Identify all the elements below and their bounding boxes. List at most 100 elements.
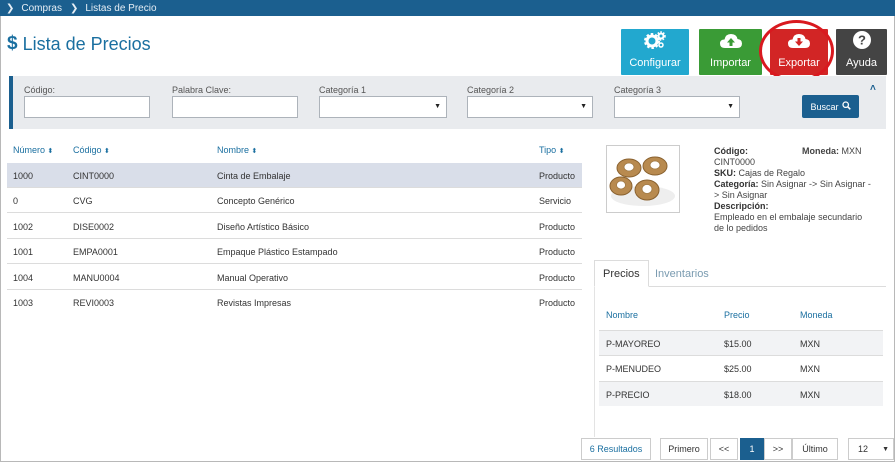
col-nombre[interactable]: Nombre ⬍ <box>217 145 257 155</box>
chevron-up-icon[interactable]: ˄ <box>870 83 876 94</box>
cell-nombre: Empaque Plástico Estampado <box>217 247 338 257</box>
price-row[interactable]: P-MENUDEO $25.00 MXN <box>599 355 883 380</box>
search-button[interactable]: Buscar <box>802 95 859 118</box>
detail-moneda-label: Moneda: <box>802 146 839 156</box>
cloud-upload-icon <box>719 33 742 52</box>
page-title-text: Lista de Precios <box>22 33 151 54</box>
cell-numero: 1003 <box>13 298 34 308</box>
price-moneda: MXN <box>800 339 820 349</box>
price-nombre: P-MENUDEO <box>606 364 662 374</box>
codigo-input[interactable] <box>24 96 150 118</box>
cell-tipo: Servicio <box>539 196 572 206</box>
cell-tipo: Producto <box>539 273 576 283</box>
import-label: Importar <box>710 57 751 69</box>
breadcrumb-listas-de-precio[interactable]: Listas de Precio <box>85 3 156 14</box>
import-button[interactable]: Importar <box>699 29 762 75</box>
export-highlight-circle <box>759 20 834 82</box>
cell-nombre: Cinta de Embalaje <box>217 171 291 181</box>
cell-numero: 1001 <box>13 247 34 257</box>
price-precio: $25.00 <box>724 364 752 374</box>
configure-button[interactable]: Configurar <box>621 29 689 75</box>
caret-down-icon: ▼ <box>434 103 441 110</box>
col-codigo[interactable]: Código ⬍ <box>73 145 110 155</box>
col-numero-label: Número <box>13 145 46 155</box>
cell-nombre: Diseño Artístico Básico <box>217 222 310 232</box>
detail-categoria-label: Categoría: <box>714 179 759 189</box>
cell-nombre: Revistas Impresas <box>217 298 292 308</box>
cell-codigo: CVG <box>73 196 93 206</box>
page-size-value: 12 <box>858 444 869 454</box>
categoria-1-select[interactable]: ▼ <box>319 96 447 118</box>
categoria-2-select[interactable]: ▼ <box>467 96 593 118</box>
categoria-2-label: Categoría 2 <box>467 85 515 95</box>
caret-down-icon: ▼ <box>580 103 587 110</box>
help-button[interactable]: ? Ayuda <box>836 29 887 75</box>
gears-icon <box>644 31 666 52</box>
cell-tipo: Producto <box>539 222 576 232</box>
cell-codigo: EMPA0001 <box>73 247 118 257</box>
codigo-label: Código: <box>24 85 56 95</box>
table-row[interactable]: 1000 CINT0000 Cinta de Embalaje Producto <box>7 163 582 188</box>
chevron-right-icon: ❯ <box>6 2 15 14</box>
price-moneda: MXN <box>800 390 820 400</box>
page-size-select[interactable]: 12 ▼ <box>848 438 894 460</box>
col-numero[interactable]: Número ⬍ <box>13 145 53 155</box>
detail-tabs: Precios Inventarios <box>594 260 886 287</box>
pager-first[interactable]: Primero <box>660 438 708 460</box>
prices-panel: Nombre Precio Moneda P-MAYOREO $15.00 MX… <box>594 287 886 437</box>
cell-nombre: Concepto Genérico <box>217 196 295 206</box>
price-nombre: P-PRECIO <box>606 390 650 400</box>
price-row[interactable]: P-PRECIO $18.00 MXN <box>599 381 883 406</box>
caret-down-icon: ▼ <box>727 103 734 110</box>
categoria-3-label: Categoría 3 <box>614 85 662 95</box>
price-moneda: MXN <box>800 364 820 374</box>
cell-codigo: DISE0002 <box>73 222 115 232</box>
search-icon <box>841 101 851 112</box>
sort-icon: ⬍ <box>104 148 110 155</box>
table-row[interactable]: 1003 REVI0003 Revistas Impresas Producto <box>7 290 582 315</box>
tab-inventarios[interactable]: Inventarios <box>647 260 717 287</box>
cell-numero: 1002 <box>13 222 34 232</box>
filter-panel: Código: Palabra Clave: Categoría 1 ▼ Cat… <box>9 76 886 129</box>
price-precio: $18.00 <box>724 390 752 400</box>
price-row[interactable]: P-MAYOREO $15.00 MXN <box>599 330 883 355</box>
tab-precios[interactable]: Precios <box>594 260 649 287</box>
table-row[interactable]: 1001 EMPA0001 Empaque Plástico Estampado… <box>7 239 582 264</box>
pager-next[interactable]: >> <box>764 438 792 460</box>
categoria-1-label: Categoría 1 <box>319 85 367 95</box>
breadcrumb: ❯ Compras ❯ Listas de Precio <box>0 0 895 16</box>
detail-codigo-value: CINT0000 <box>714 157 756 167</box>
detail-descripcion-label: Descripción: <box>714 201 769 211</box>
breadcrumb-compras[interactable]: Compras <box>21 3 62 14</box>
pager-last[interactable]: Último <box>792 438 838 460</box>
categoria-3-select[interactable]: ▼ <box>614 96 740 118</box>
palabra-clave-input[interactable] <box>172 96 298 118</box>
table-row[interactable]: 1002 DISE0002 Diseño Artístico Básico Pr… <box>7 214 582 239</box>
cell-numero: 1000 <box>13 171 34 181</box>
detail-moneda: Moneda: MXN <box>802 146 862 156</box>
table-row[interactable]: 1004 MANU0004 Manual Operativo Producto <box>7 265 582 290</box>
palabra-clave-label: Palabra Clave: <box>172 85 232 95</box>
pager-prev[interactable]: << <box>710 438 738 460</box>
help-label: Ayuda <box>846 57 877 69</box>
detail-sku-label: SKU: <box>714 168 736 178</box>
svg-text:?: ? <box>858 33 866 48</box>
col-tipo[interactable]: Tipo ⬍ <box>539 145 565 155</box>
table-row[interactable]: 0 CVG Concepto Genérico Servicio <box>7 188 582 213</box>
detail-sku-value: Cajas de Regalo <box>738 168 806 178</box>
chevron-right-icon: ❯ <box>69 2 79 14</box>
cell-numero: 1004 <box>13 273 34 283</box>
prices-col-nombre: Nombre <box>606 310 639 320</box>
pager-page-1[interactable]: 1 <box>740 438 764 460</box>
price-nombre: P-MAYOREO <box>606 339 661 349</box>
cell-numero: 0 <box>13 196 19 206</box>
cell-codigo: REVI0003 <box>73 298 115 308</box>
detail-codigo-label: Código: <box>714 146 748 156</box>
sort-icon: ⬍ <box>558 148 565 155</box>
dollar-icon: $ <box>7 33 18 54</box>
sort-icon: ⬍ <box>251 148 258 155</box>
question-icon: ? <box>852 31 871 52</box>
cell-nombre: Manual Operativo <box>217 273 289 283</box>
price-precio: $15.00 <box>724 339 752 349</box>
prices-col-moneda: Moneda <box>800 310 833 320</box>
